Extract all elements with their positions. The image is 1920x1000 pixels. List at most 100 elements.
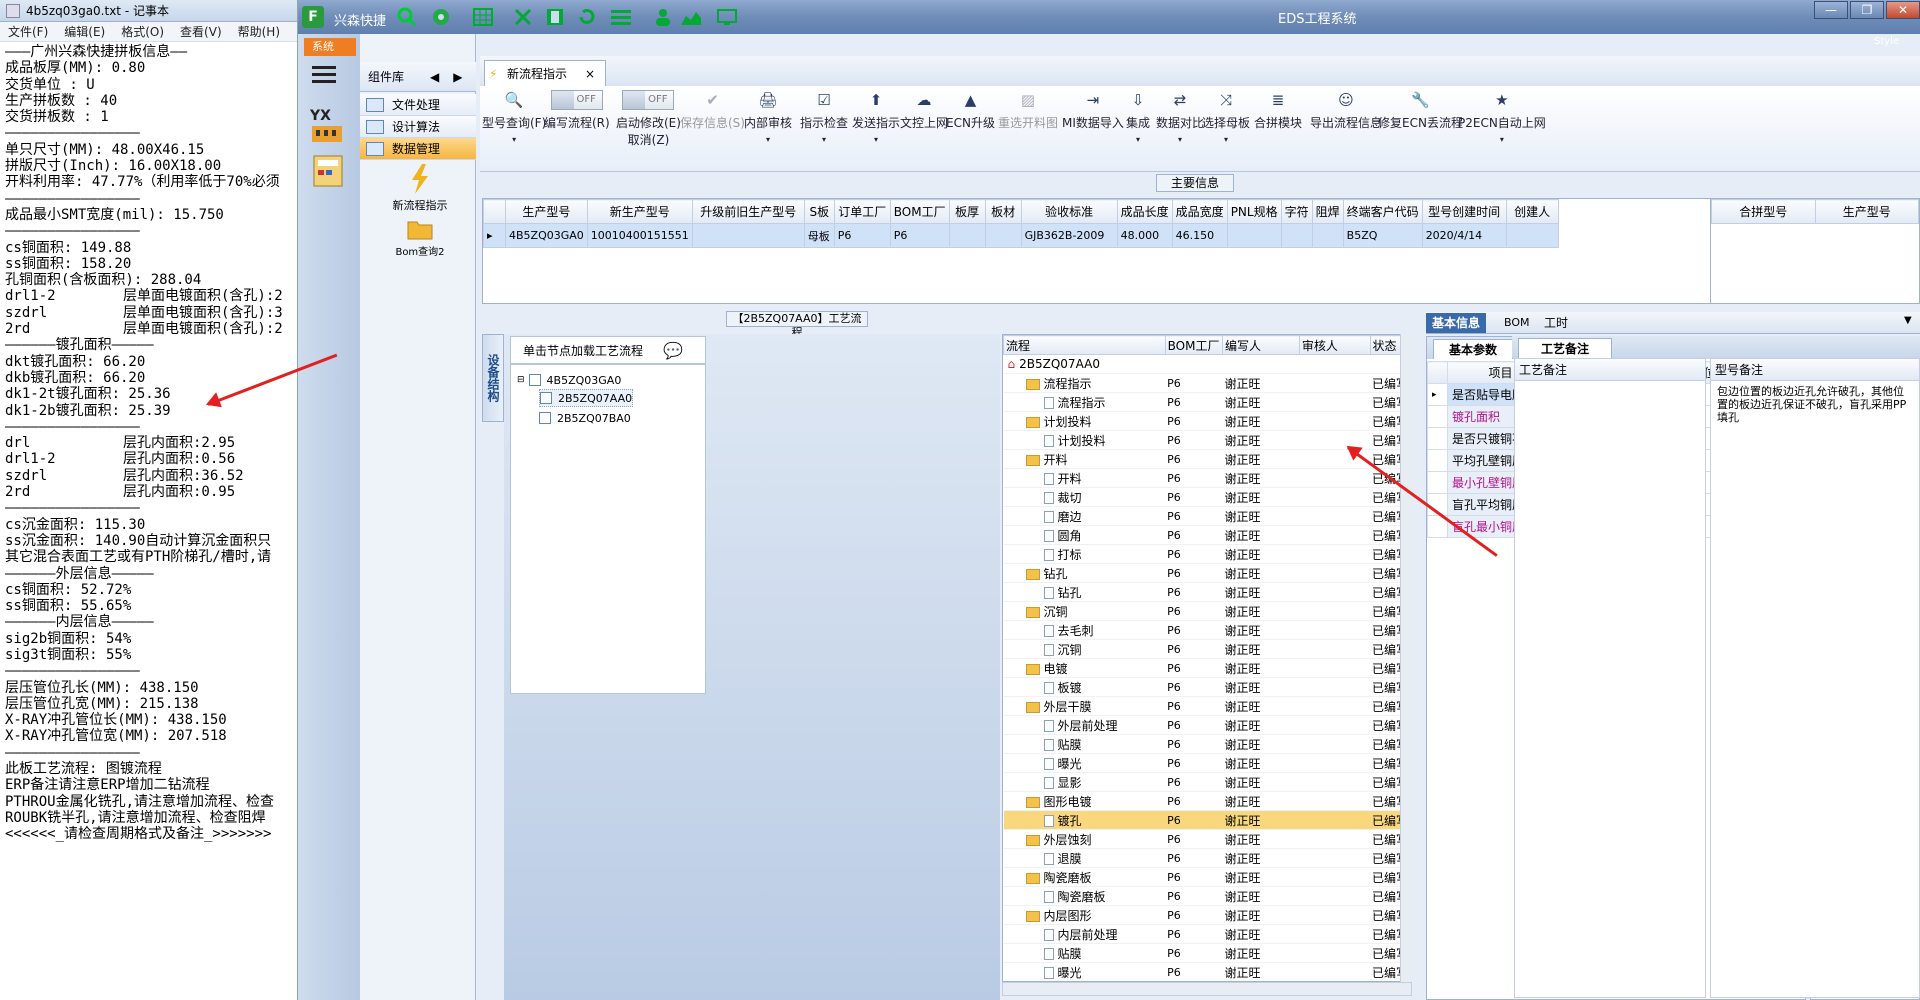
grid-header-cell[interactable]: 成品宽度 [1171, 199, 1228, 224]
flow-name-cell[interactable]: 陶瓷磨板 [1003, 886, 1166, 906]
toolbar-button-8[interactable]: ▲ ECN升级 [946, 90, 995, 168]
grid-header-cell[interactable]: 字符 [1280, 199, 1313, 224]
close-button[interactable]: ✕ [1886, 1, 1920, 19]
toolbar-button-1[interactable]: OFF 编写流程(R) [544, 90, 610, 168]
toolbar-button-15[interactable]: ☺ 导出流程信息 [1310, 90, 1382, 168]
toolbar-button-2[interactable]: OFF 启动修改(E) 取消(Z) [616, 90, 681, 168]
table-row[interactable]: 沉铜 P6 谢正旺 已编写 [1003, 639, 1411, 659]
toolbar-button-14[interactable]: ≣ 合拼模块 [1254, 90, 1302, 168]
flow-name-cell[interactable]: 钻孔 [1003, 563, 1166, 583]
table-row[interactable]: 裁切 P6 谢正旺 已编写 [1003, 487, 1411, 507]
flow-name-cell[interactable]: 外层干膜 [1003, 696, 1166, 716]
flow-name-cell[interactable]: 曝光 [1003, 753, 1166, 773]
grid-cell[interactable]: 10010400151551 [586, 223, 693, 248]
toolbar-button-4[interactable]: 🖨 内部审核 ▾ [744, 90, 792, 168]
new-flow-nav[interactable]: 新流程指示 [390, 164, 450, 213]
toolbar-button-9[interactable]: ▨ 重选开料图 [998, 90, 1058, 168]
dropdown-arrow-icon[interactable]: ▾ [1178, 135, 1182, 144]
flow-name-cell[interactable]: 电镀 [1003, 658, 1166, 678]
flow-scrollbar[interactable] [1400, 334, 1412, 982]
flow-name-cell[interactable]: 板镀 [1003, 677, 1166, 697]
list-icon[interactable] [608, 5, 634, 29]
table-row[interactable]: 内层前处理 P6 谢正旺 已编写 [1003, 924, 1411, 944]
grid-cell[interactable]: B5ZQ [1342, 223, 1423, 248]
flow-name-cell[interactable]: 开料 [1003, 449, 1166, 469]
model-tree[interactable]: ⊟ 4B5ZQ03GA0 2B5ZQ07AA0 2B5ZQ07BA0 [510, 364, 706, 694]
menu-view[interactable]: 查看(V) [172, 23, 230, 40]
component-design-algo[interactable]: 设计算法 [360, 116, 476, 138]
table-row[interactable]: 沉铜 P6 谢正旺 已编写 [1003, 601, 1411, 621]
grid-header-cell[interactable]: 生产型号 [1814, 199, 1919, 224]
flow-name-cell[interactable]: 曝光 [1003, 962, 1166, 981]
table-row[interactable]: 陶瓷磨板 P6 谢正旺 已编写 [1003, 867, 1411, 887]
user-icon[interactable] [650, 5, 676, 29]
system-tab[interactable]: 系统 [304, 38, 356, 56]
grid-header-cell[interactable]: 审核人 [1298, 335, 1371, 355]
dropdown-arrow-icon[interactable]: ▾ [512, 135, 516, 144]
dropdown-arrow-icon[interactable]: ▾ [1500, 135, 1504, 144]
flow-name-cell[interactable]: 流程指示 [1003, 392, 1166, 412]
flow-name-cell[interactable]: 内层图形 [1003, 905, 1166, 925]
flow-name-cell[interactable]: 显影 [1003, 772, 1166, 792]
tree-node[interactable]: 2B5ZQ07AA0 [539, 389, 634, 407]
grid-header-cell[interactable]: 型号创建时间 [1421, 199, 1507, 224]
table-row[interactable]: 外层蚀刻 P6 谢正旺 已编写 [1003, 829, 1411, 849]
toolbar-button-11[interactable]: ⇩ 集成 ▾ [1126, 90, 1150, 168]
menu-edit[interactable]: 编辑(E) [56, 23, 113, 40]
table-row[interactable]: 计划投料 P6 谢正旺 已编写 [1003, 411, 1411, 431]
table-row[interactable]: 钻孔 P6 谢正旺 已编写 [1003, 563, 1411, 583]
grid-cell[interactable] [1226, 223, 1282, 248]
checkbox[interactable] [528, 374, 541, 386]
menu-format[interactable]: 格式(O) [113, 23, 172, 40]
tab-work-hours[interactable]: 工时 [1538, 313, 1574, 333]
grid-cell[interactable]: 母板 [803, 223, 835, 248]
model-note-grid[interactable]: 型号备注 包边位置的板边近孔允许破孔，其他位置的板边近孔保证不破孔，盲孔采用PP填… [1710, 358, 1920, 998]
flow-name-cell[interactable]: ⌂ 2B5ZQ07AA0 [1003, 354, 1166, 374]
table-row[interactable]: 流程指示 P6 谢正旺 已编写 [1003, 373, 1411, 393]
toolbar-button-16[interactable]: 🔧 修复ECN丢流程 [1378, 90, 1463, 168]
tab-basic-info[interactable]: 基本信息 [1426, 313, 1487, 333]
tree-node[interactable]: 2B5ZQ07BA0 [539, 409, 631, 427]
table-row[interactable]: 贴膜 P6 谢正旺 已编写 [1003, 943, 1411, 963]
refresh-icon[interactable] [574, 5, 600, 29]
grid-icon[interactable] [470, 5, 496, 29]
grid-header-cell[interactable]: 订单工厂 [833, 199, 891, 224]
menu-help[interactable]: 帮助(H) [230, 23, 288, 40]
tab-new-flow[interactable]: ⚡ 新流程指示 × [484, 60, 606, 86]
table-row[interactable]: 曝光 P6 谢正旺 已编写 [1003, 753, 1411, 773]
grid-header-cell[interactable]: BOM工厂 [889, 199, 950, 224]
flow-name-cell[interactable]: 贴膜 [1003, 943, 1166, 963]
grid-cell[interactable] [948, 223, 986, 248]
table-row[interactable]: 去毛刺 P6 谢正旺 已编写 [1003, 620, 1411, 640]
grid-cell[interactable] [1280, 223, 1313, 248]
grid-cell[interactable] [1505, 223, 1559, 248]
table-row[interactable]: 陶瓷磨板 P6 谢正旺 已编写 [1003, 886, 1411, 906]
flow-name-cell[interactable]: 圆角 [1003, 525, 1166, 545]
flow-name-cell[interactable]: 流程指示 [1003, 373, 1166, 393]
grid-header-cell[interactable]: 合拼型号 [1711, 199, 1816, 224]
dropdown-arrow-icon[interactable]: ▾ [874, 135, 878, 144]
calculator-icon[interactable] [310, 154, 346, 190]
table-row[interactable]: ⌂ 2B5ZQ07AA0 [1003, 354, 1411, 374]
chevron-down-icon[interactable]: ▼ [1904, 315, 1912, 326]
grid-header-cell[interactable]: 创建人 [1505, 199, 1559, 224]
toolbar-button-6[interactable]: ⬆ 发送指示 ▾ [852, 90, 900, 168]
merge-model-grid[interactable]: 合拼型号 生产型号 [1710, 198, 1920, 304]
component-data-mgmt[interactable]: 数据管理 [360, 138, 476, 160]
grid-cell[interactable]: 4B5ZQ03GA0 [505, 223, 588, 248]
chart-icon[interactable] [678, 5, 704, 29]
flow-name-cell[interactable]: 钻孔 [1003, 582, 1166, 602]
tab-bom[interactable]: BOM [1498, 313, 1536, 333]
grid-header-cell[interactable]: 终端客户代码 [1342, 199, 1423, 224]
table-row[interactable]: 开料P6谢正旺已编写 [1003, 468, 1411, 488]
dropdown-arrow-icon[interactable]: ▾ [766, 135, 770, 144]
flow-name-cell[interactable]: 沉铜 [1003, 639, 1166, 659]
table-row[interactable]: 流程指示 P6 谢正旺 已编写 [1003, 392, 1411, 412]
table-row[interactable]: 板镀 P6 谢正旺 已编写 [1003, 677, 1411, 697]
flow-name-cell[interactable]: 计划投料 [1003, 430, 1166, 450]
table-row[interactable]: 内层图形 P6 谢正旺 已编写 [1003, 905, 1411, 925]
flow-name-cell[interactable]: 去毛刺 [1003, 620, 1166, 640]
flow-hscrollbar[interactable] [1002, 982, 1412, 996]
flow-grid[interactable]: 流程 BOM工厂 编写人 审核人 状态 ⌂ 2B5ZQ07AA0 流程指示 P6 谢正旺 已编写 流程… [1002, 334, 1412, 982]
menu-file[interactable]: 文件(F) [0, 23, 56, 40]
